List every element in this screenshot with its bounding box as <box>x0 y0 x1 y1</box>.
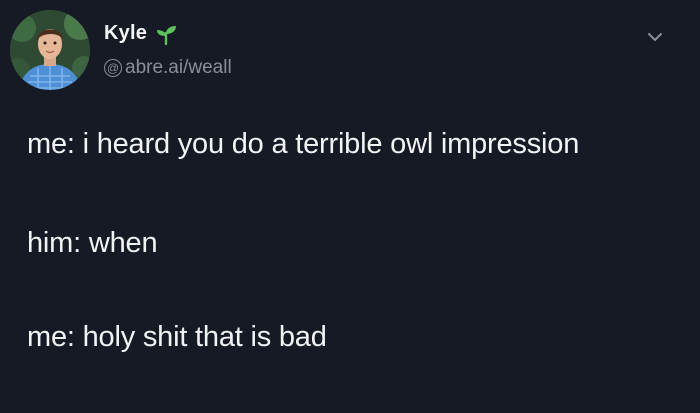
at-icon: @ <box>104 59 122 77</box>
tweet-text-line: me: i heard you do a terrible owl impres… <box>27 128 580 160</box>
tweet-card: Kyle @ abre.ai/weall me: i heard you do … <box>0 0 700 413</box>
avatar-image <box>10 10 90 90</box>
tweet-text-line: him: when <box>27 227 158 259</box>
sprout-icon <box>155 23 177 45</box>
display-name[interactable]: Kyle <box>104 22 147 45</box>
chevron-down-icon[interactable] <box>646 28 664 46</box>
tweet-text-line: me: holy shit that is bad <box>27 321 327 353</box>
author-name-row: Kyle <box>104 22 177 45</box>
avatar[interactable] <box>10 10 90 90</box>
author-handle-row: @ abre.ai/weall <box>104 57 232 79</box>
author-handle[interactable]: abre.ai/weall <box>125 57 232 79</box>
